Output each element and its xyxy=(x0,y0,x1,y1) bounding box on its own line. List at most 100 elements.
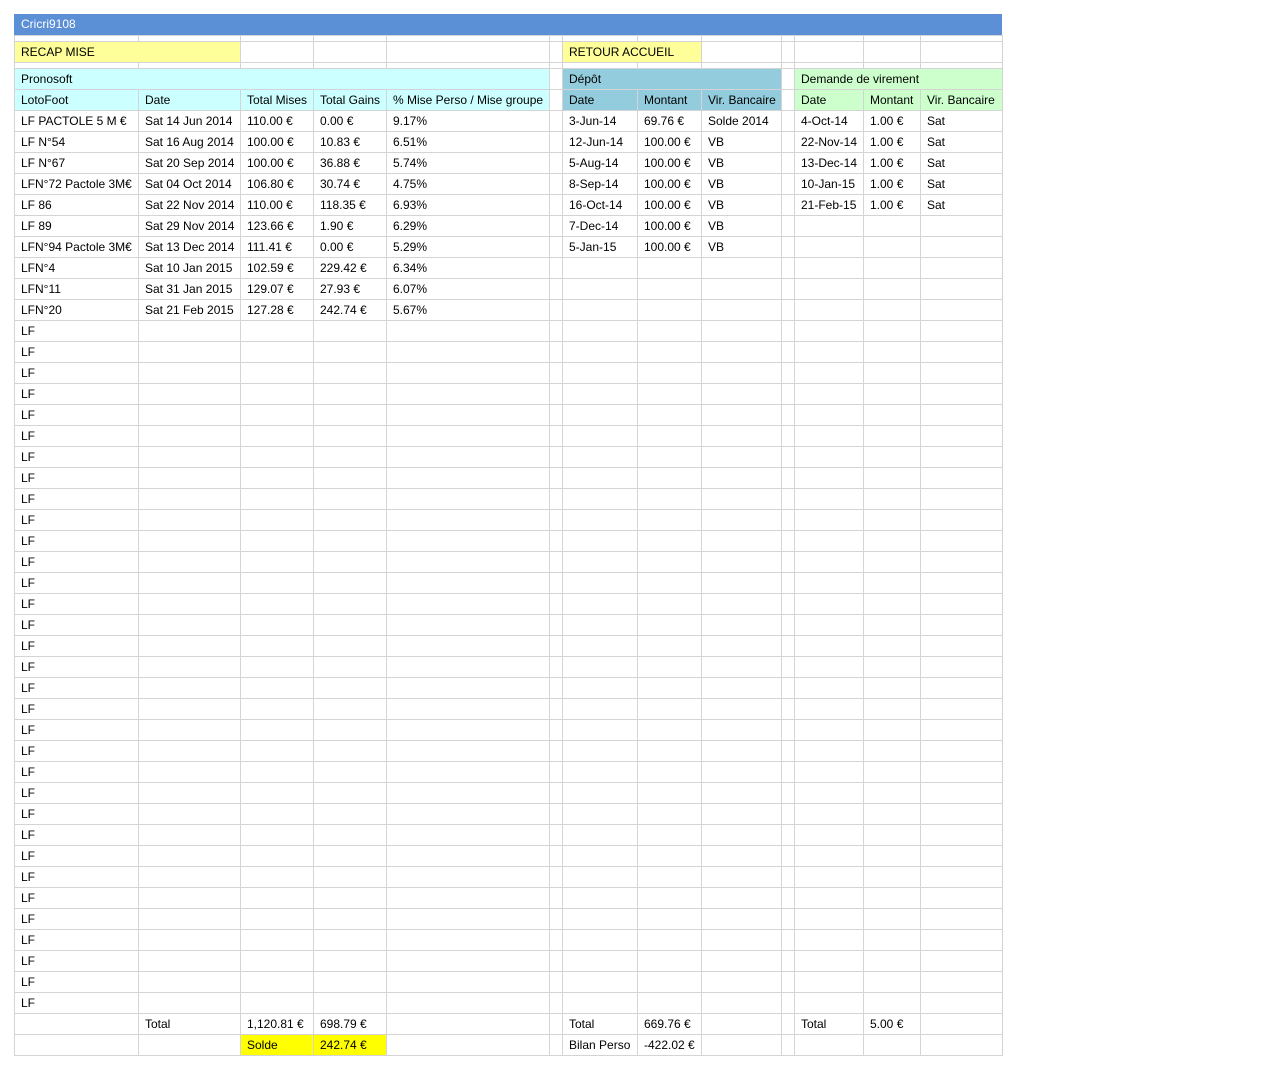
empty-cell xyxy=(313,929,387,951)
empty-cell xyxy=(637,299,702,321)
empty-cell xyxy=(138,950,241,972)
empty-cell xyxy=(562,971,638,993)
empty-cell xyxy=(637,824,702,846)
gap-cell xyxy=(549,719,563,741)
empty-cell xyxy=(313,740,387,762)
empty-cell xyxy=(386,992,550,1014)
empty-cell xyxy=(794,635,864,657)
nav-row: RECAP MISE RETOUR ACCUEIL xyxy=(14,41,1003,63)
empty-cell xyxy=(863,425,921,447)
empty-cell xyxy=(313,509,387,531)
empty-cell xyxy=(920,950,1003,972)
table-row: LF 89 Sat 29 Nov 2014 123.66 €1.90 €6.29% 7… xyxy=(14,215,1003,237)
gap-cell xyxy=(781,971,795,993)
empty-cell xyxy=(637,362,702,384)
retour-accueil-link[interactable]: RETOUR ACCUEIL xyxy=(562,41,702,63)
date-cell: Sat 31 Jan 2015 xyxy=(138,278,241,300)
empty-cell xyxy=(386,635,550,657)
empty-cell xyxy=(386,383,550,405)
gap-cell xyxy=(781,341,795,363)
percent-cell: 6.51% xyxy=(386,131,550,153)
table-row: LF xyxy=(14,803,1003,825)
empty-cell xyxy=(386,803,550,825)
gap-cell xyxy=(781,635,795,657)
empty-cell xyxy=(637,803,702,825)
date-cell: Sat 21 Feb 2015 xyxy=(138,299,241,321)
gap-cell xyxy=(781,215,795,237)
total-mises-cell: 129.07 € xyxy=(240,278,314,300)
empty-cell xyxy=(386,761,550,783)
empty-cell xyxy=(138,677,241,699)
empty-cell xyxy=(863,992,921,1014)
virement-date-cell: 4-Oct-14 xyxy=(794,110,864,132)
empty-cell xyxy=(794,866,864,888)
empty-cell xyxy=(701,761,782,783)
empty-cell xyxy=(863,215,921,237)
empty-cell xyxy=(863,908,921,930)
gap-cell xyxy=(549,278,563,300)
empty-cell xyxy=(562,551,638,573)
depot-vir-cell: VB xyxy=(701,215,782,237)
empty-cell xyxy=(920,656,1003,678)
lotofoot-cell: LF xyxy=(14,509,139,531)
empty-cell xyxy=(863,446,921,468)
empty-cell xyxy=(637,551,702,573)
empty-cell xyxy=(794,593,864,615)
empty-cell xyxy=(863,614,921,636)
gap-cell xyxy=(781,719,795,741)
gap-cell xyxy=(781,131,795,153)
empty-cell xyxy=(794,425,864,447)
empty-cell xyxy=(637,383,702,405)
table-row: LF xyxy=(14,887,1003,909)
empty-cell xyxy=(313,719,387,741)
empty-cell xyxy=(701,320,782,342)
empty-cell xyxy=(386,1013,550,1035)
total-mises-cell: 106.80 € xyxy=(240,173,314,195)
empty-cell xyxy=(562,278,638,300)
empty-cell xyxy=(920,908,1003,930)
empty-cell xyxy=(386,740,550,762)
empty-cell xyxy=(863,803,921,825)
empty-cell xyxy=(794,929,864,951)
empty-cell xyxy=(562,992,638,1014)
empty-cell xyxy=(701,278,782,300)
empty-cell xyxy=(313,593,387,615)
recap-mise-link[interactable]: RECAP MISE xyxy=(14,41,241,63)
section-title-row: Pronosoft Dépôt Demande de virement xyxy=(14,68,1003,90)
empty-cell xyxy=(138,782,241,804)
gap-cell xyxy=(549,593,563,615)
empty-cell xyxy=(562,950,638,972)
gap-cell xyxy=(781,782,795,804)
empty-cell xyxy=(562,446,638,468)
table-row: LF xyxy=(14,950,1003,972)
empty-cell xyxy=(562,698,638,720)
empty-cell xyxy=(386,866,550,888)
gap-cell xyxy=(549,467,563,489)
empty-cell xyxy=(138,845,241,867)
empty-cell xyxy=(920,614,1003,636)
lotofoot-cell: LF xyxy=(14,929,139,951)
empty-cell xyxy=(562,740,638,762)
virement-vir-cell: Sat xyxy=(920,194,1003,216)
gap-cell xyxy=(549,635,563,657)
gap-cell xyxy=(549,908,563,930)
empty-cell xyxy=(138,509,241,531)
col-header-virement-vir: Vir. Bancaire xyxy=(920,89,1003,111)
lotofoot-cell: LF xyxy=(14,971,139,993)
percent-cell: 6.93% xyxy=(386,194,550,216)
gap-cell xyxy=(549,236,563,258)
virement-montant-cell: 1.00 € xyxy=(863,152,921,174)
empty-cell xyxy=(562,803,638,825)
empty-cell xyxy=(240,425,314,447)
empty-cell xyxy=(920,404,1003,426)
percent-cell: 6.07% xyxy=(386,278,550,300)
depot-vir-cell: VB xyxy=(701,236,782,258)
gap-cell xyxy=(549,656,563,678)
total-mises-cell: 123.66 € xyxy=(240,215,314,237)
empty-cell xyxy=(794,488,864,510)
empty-cell xyxy=(863,971,921,993)
solde-label: Solde xyxy=(240,1034,314,1056)
virement-vir-cell: Sat xyxy=(920,131,1003,153)
empty-cell xyxy=(920,299,1003,321)
empty-cell xyxy=(637,971,702,993)
